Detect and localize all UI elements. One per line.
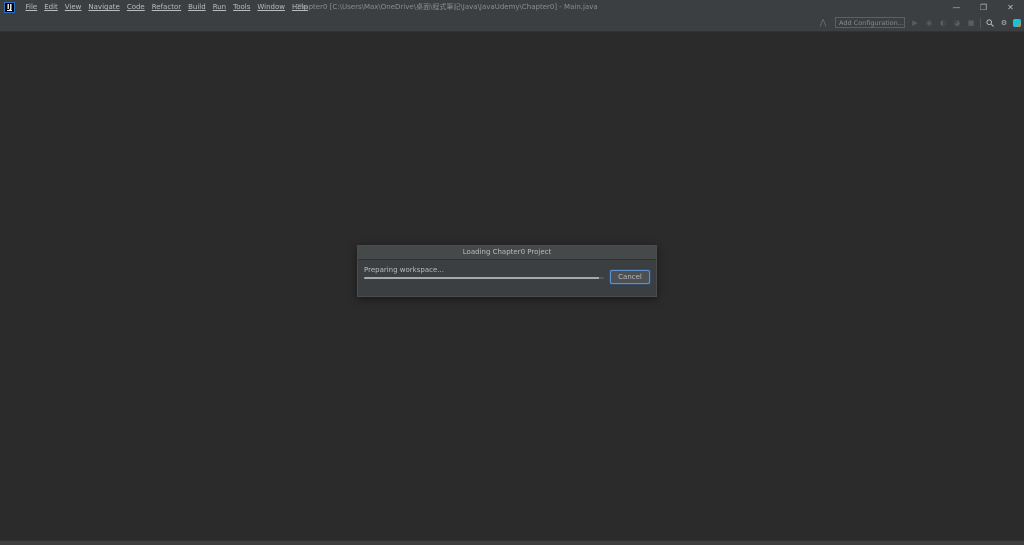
debug-icon[interactable]: ◉: [924, 18, 934, 28]
status-bar: [0, 540, 1024, 545]
menu-code[interactable]: Code: [123, 0, 148, 15]
menu-build[interactable]: Build: [185, 0, 210, 15]
toolbar-icons: ▶ ◉ ◐ ◕ ■ ⚙: [910, 18, 1024, 28]
run-icon[interactable]: ▶: [910, 18, 920, 28]
dialog-title: Loading Chapter0 Project: [358, 246, 656, 260]
menu-refactor[interactable]: Refactor: [148, 0, 184, 15]
coverage-icon[interactable]: ◐: [938, 18, 948, 28]
dialog-status-text: Preparing workspace...: [364, 266, 444, 274]
menu-edit[interactable]: Edit: [41, 0, 62, 15]
stop-icon[interactable]: ■: [966, 18, 976, 28]
window-controls: — ❐ ✕: [943, 0, 1024, 15]
main-menu: File Edit View Navigate Code Refactor Bu…: [22, 0, 311, 15]
add-configuration-button[interactable]: Add Configuration...: [835, 17, 905, 28]
menu-file[interactable]: File: [22, 0, 41, 15]
loading-project-dialog: Loading Chapter0 Project Preparing works…: [357, 245, 657, 297]
toolbar-separator: [980, 18, 981, 28]
intellij-logo-icon[interactable]: IJ: [4, 2, 15, 13]
progress-bar: [364, 277, 604, 279]
progress-bar-fill: [364, 277, 600, 279]
profile-icon[interactable]: ◕: [952, 18, 962, 28]
build-hammer-icon[interactable]: ⋀: [818, 18, 828, 28]
menu-window[interactable]: Window: [254, 0, 289, 15]
menu-navigate[interactable]: Navigate: [85, 0, 123, 15]
title-bar: IJ File Edit View Navigate Code Refactor…: [0, 0, 1024, 15]
close-icon[interactable]: ✕: [997, 0, 1024, 15]
restore-icon[interactable]: ❐: [970, 0, 997, 15]
jetbrains-toolbox-icon[interactable]: [1013, 19, 1021, 27]
cancel-button[interactable]: Cancel: [610, 270, 650, 284]
window-title: Chapter0 [C:\Users\Max\OneDrive\桌面\程式筆記\…: [295, 3, 598, 11]
menu-run[interactable]: Run: [209, 0, 229, 15]
search-icon[interactable]: [985, 18, 995, 28]
menu-view[interactable]: View: [61, 0, 85, 15]
main-toolbar: ⋀ Add Configuration... ▶ ◉ ◐ ◕ ■ ⚙: [0, 15, 1024, 32]
minimize-icon[interactable]: —: [943, 0, 970, 15]
menu-tools[interactable]: Tools: [230, 0, 254, 15]
settings-icon[interactable]: ⚙: [999, 18, 1009, 28]
